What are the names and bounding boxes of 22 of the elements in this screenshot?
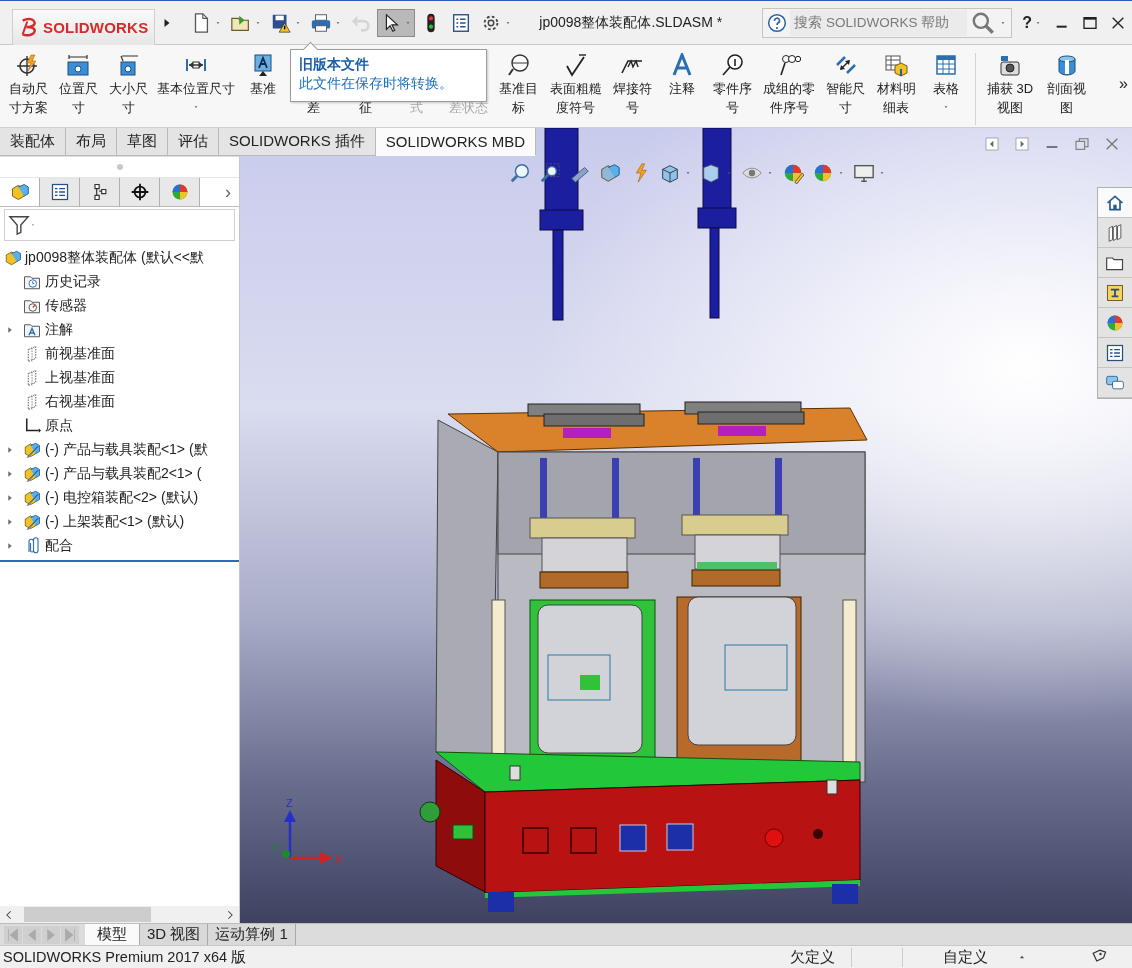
axis-label: X [335,853,343,865]
tree-label: jp0098整体装配体 (默认<<默 [25,249,204,267]
tree-label: (-) 上架装配<1> (默认) [45,513,185,531]
tree-label: 右视基准面 [45,393,115,411]
tree-label: 前视基准面 [45,345,115,363]
tree-label: 历史记录 [45,273,101,291]
tree-label: (-) 电控箱装配<2> (默认) [45,489,199,507]
window-title: jp0098整体装配体.SLDASM * [539,13,723,32]
axis-label: Y [272,842,280,854]
tree-label: 注解 [45,321,73,339]
tree-label: (-) 产品与载具装配2<1> ( [45,465,202,483]
tree-label: 传感器 [45,297,87,315]
tree-label: 配合 [45,537,73,555]
status-text: 欠定义 [790,947,852,967]
tree-label: 原点 [45,417,73,435]
tooltip-title: 旧版本文件 [299,56,370,74]
axis-label: Z [286,797,293,809]
tree-label: 上视基准面 [45,369,115,387]
logo-text: SOLIDWORKS [43,18,149,36]
tooltip-text: 此文件在保存时将转换。 [299,75,454,93]
tree-label: (-) 产品与载具装配<1> (默 [45,441,208,459]
status-text: SOLIDWORKS Premium 2017 x64 版 [3,947,247,967]
